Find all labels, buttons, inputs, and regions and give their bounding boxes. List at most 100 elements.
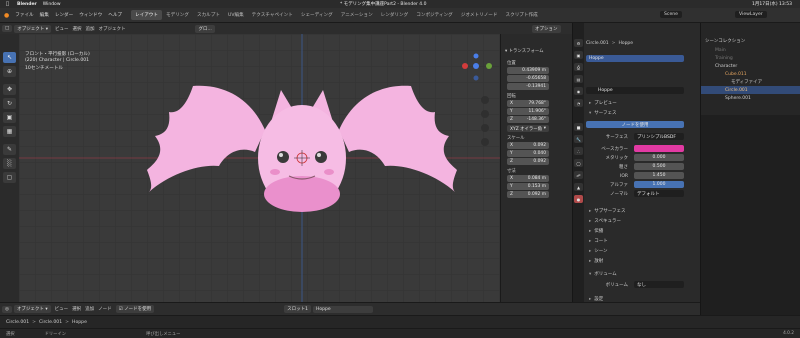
- node-material-field[interactable]: Hoppe: [312, 305, 373, 313]
- menu-object[interactable]: オブジェクト: [98, 26, 125, 32]
- node-editor-type-button[interactable]: ◎: [2, 305, 12, 313]
- annotate-tool-icon[interactable]: ✎: [3, 144, 16, 155]
- surface-section[interactable]: ▾ サーフェス: [586, 109, 698, 117]
- mac-window-menu[interactable]: Window: [43, 2, 61, 7]
- ior-field[interactable]: 1.450: [634, 172, 684, 179]
- use-nodes-button[interactable]: ノードを使用: [586, 121, 684, 128]
- menu-view[interactable]: ビュー: [55, 26, 69, 32]
- metallic-field[interactable]: 0.000: [634, 154, 684, 161]
- scene-selector[interactable]: Scene: [660, 11, 683, 18]
- node-menu-select[interactable]: 選択: [72, 306, 81, 312]
- node-menu-add[interactable]: 追加: [85, 306, 94, 312]
- tab-rendering[interactable]: レンダリング: [377, 10, 413, 20]
- tab-uv[interactable]: UV編集: [224, 10, 248, 20]
- preview-section[interactable]: ▸ プレビュー: [586, 99, 698, 107]
- outliner-item-modifier[interactable]: モディファイア: [701, 78, 800, 86]
- editor-type-button[interactable]: □: [2, 25, 13, 32]
- physics-tab-icon[interactable]: ◯: [574, 159, 583, 167]
- dimensions-z-field[interactable]: Z 0.092 m: [507, 191, 549, 198]
- transform-orientation[interactable]: グロ...: [195, 24, 215, 33]
- viewlayer-selector[interactable]: ViewLayer: [735, 11, 767, 18]
- use-nodes-checkbox[interactable]: ☑ ノードを使用: [115, 305, 155, 313]
- node-mode-selector[interactable]: オブジェクト ▾: [13, 305, 51, 313]
- outliner-item-main[interactable]: Main: [701, 46, 800, 54]
- particles-tab-icon[interactable]: ∴: [574, 147, 583, 155]
- scene-tab-icon[interactable]: ◉: [574, 87, 583, 95]
- world-tab-icon[interactable]: ◔: [574, 99, 583, 107]
- tab-texture-paint[interactable]: テクスチャペイント: [248, 10, 297, 20]
- coat-section[interactable]: ▸ コート: [586, 237, 698, 245]
- rotation-y-field[interactable]: Y 11.906°: [507, 108, 549, 115]
- view-layer-tab-icon[interactable]: ▤: [574, 75, 583, 83]
- slot-selector[interactable]: スロット1: [284, 305, 311, 313]
- move-tool-icon[interactable]: ✥: [3, 84, 16, 95]
- material-slot-item[interactable]: Hoppe: [586, 55, 684, 62]
- menu-render[interactable]: レンダー: [52, 12, 76, 18]
- object-tab-icon[interactable]: ■: [574, 123, 583, 131]
- rotation-x-field[interactable]: X 79.768°: [507, 100, 549, 107]
- menu-edit[interactable]: 編集: [37, 12, 52, 18]
- sheen-section[interactable]: ▸ シーン: [586, 247, 698, 255]
- blender-logo-icon[interactable]: ●: [4, 12, 9, 19]
- menu-file[interactable]: ファイル: [12, 12, 36, 18]
- location-y-field[interactable]: -0.65658: [507, 75, 549, 82]
- dimensions-x-field[interactable]: X 0.084 m: [507, 175, 549, 182]
- tool-tab-icon[interactable]: ⚙: [574, 39, 583, 47]
- tab-modeling[interactable]: モデリング: [162, 10, 193, 20]
- menu-help[interactable]: ヘルプ: [105, 12, 125, 18]
- normal-field[interactable]: デフォルト: [634, 190, 684, 197]
- mac-app-name[interactable]: Blender: [17, 2, 37, 7]
- volume-field[interactable]: なし: [634, 281, 684, 288]
- specular-section[interactable]: ▸ スペキュラー: [586, 217, 698, 225]
- scale-y-field[interactable]: Y 0.040: [507, 150, 549, 157]
- menu-add[interactable]: 追加: [85, 26, 94, 32]
- render-tab-icon[interactable]: ▣: [574, 51, 583, 59]
- base-color-swatch[interactable]: [634, 145, 684, 152]
- roughness-field[interactable]: 0.500: [634, 163, 684, 170]
- tab-shading[interactable]: シェーディング: [297, 10, 337, 20]
- tab-compositing[interactable]: コンポジティング: [412, 10, 456, 20]
- dimensions-y-field[interactable]: Y 0.153 m: [507, 183, 549, 190]
- output-tab-icon[interactable]: ⎙: [574, 63, 583, 71]
- modifier-tab-icon[interactable]: 🔧: [574, 135, 583, 143]
- scale-z-field[interactable]: Z 0.092: [507, 158, 549, 165]
- transform-section[interactable]: ▾ トランスフォーム: [505, 48, 569, 54]
- scale-tool-icon[interactable]: ▣: [3, 112, 16, 123]
- viewport-options-button[interactable]: オプション: [532, 25, 561, 33]
- material-tab-icon[interactable]: ●: [574, 195, 583, 203]
- outliner-item-training[interactable]: Training: [701, 54, 800, 62]
- data-tab-icon[interactable]: ▲: [574, 183, 583, 191]
- shader-select[interactable]: プリンシプルBSDF: [634, 133, 684, 140]
- rotation-mode-select[interactable]: XYZ オイラー角 ▾: [507, 125, 549, 132]
- location-x-field[interactable]: 0.43909 m: [507, 67, 549, 74]
- 3d-viewport[interactable]: フロント・平行投影 (ローカル) (220) Character | Circl…: [19, 34, 500, 302]
- menu-window[interactable]: ウィンドウ: [76, 12, 105, 18]
- rotation-z-field[interactable]: Z -148.36°: [507, 116, 549, 123]
- node-menu-view[interactable]: ビュー: [55, 306, 69, 312]
- tab-layout[interactable]: レイアウト: [131, 10, 162, 20]
- tab-animation[interactable]: アニメーション: [337, 10, 377, 20]
- constraints-tab-icon[interactable]: ☍: [574, 171, 583, 179]
- alpha-field[interactable]: 1.000: [634, 181, 684, 188]
- mode-selector[interactable]: オブジェクト ▾: [14, 24, 51, 33]
- cursor-tool-icon[interactable]: ⊕: [3, 66, 16, 77]
- location-z-field[interactable]: -0.13941: [507, 83, 549, 90]
- node-menu-node[interactable]: ノード: [98, 306, 112, 312]
- scale-x-field[interactable]: X 0.092: [507, 142, 549, 149]
- transmission-section[interactable]: ▸ 伝播: [586, 227, 698, 235]
- volume-section[interactable]: ▾ ボリューム: [586, 270, 698, 278]
- emission-section[interactable]: ▸ 放射: [586, 257, 698, 265]
- tab-scripting[interactable]: スクリプト作成: [502, 10, 542, 20]
- tab-geometry-nodes[interactable]: ジオメトリノード: [457, 10, 502, 20]
- outliner-item-character[interactable]: Character: [701, 62, 800, 70]
- menu-select[interactable]: 選択: [72, 26, 81, 32]
- rotate-tool-icon[interactable]: ↻: [3, 98, 16, 109]
- apple-icon[interactable]: : [6, 1, 9, 7]
- measure-tool-icon[interactable]: ░: [3, 158, 16, 169]
- tab-sculpt[interactable]: スカルプト: [193, 10, 224, 20]
- outliner-scene-collection[interactable]: シーンコレクション: [701, 37, 800, 45]
- outliner-item-circle[interactable]: Circle.001: [701, 86, 800, 94]
- material-name-field[interactable]: Hoppe: [586, 87, 684, 94]
- outliner-item-cube[interactable]: Cube.011: [701, 70, 800, 78]
- outliner-item-sphere[interactable]: Sphere.001: [701, 94, 800, 102]
